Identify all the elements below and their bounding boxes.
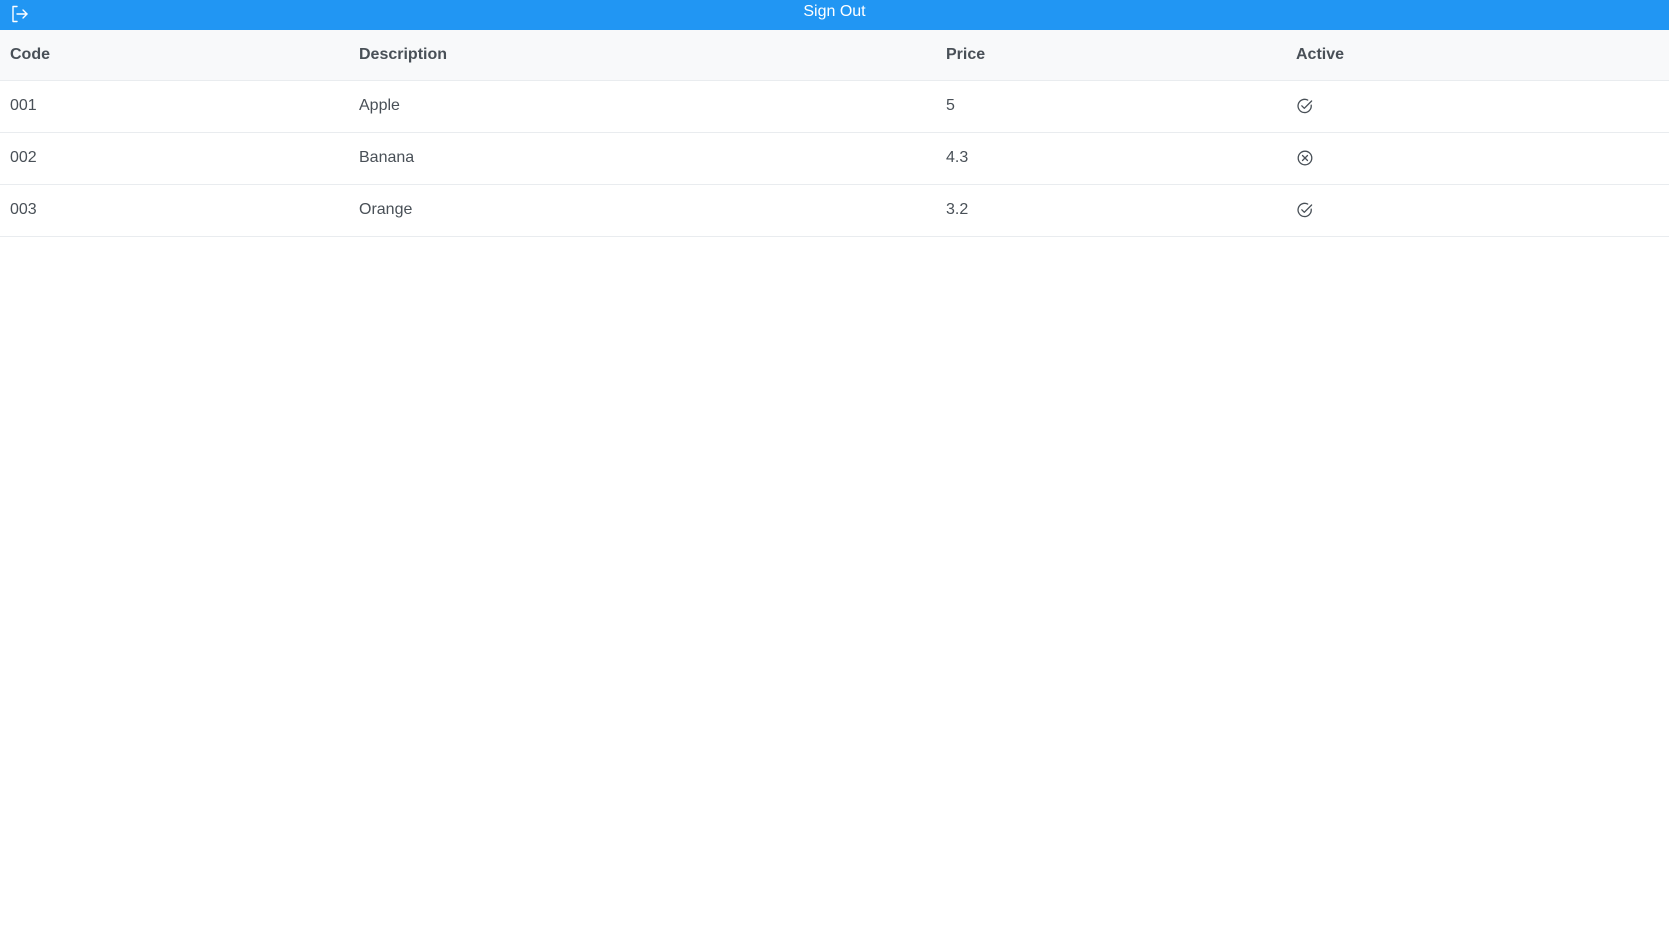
cell-code: 001 — [0, 80, 349, 133]
cell-active — [1286, 184, 1669, 237]
cell-active — [1286, 132, 1669, 185]
check-circle-icon — [1297, 98, 1313, 114]
cell-description: Banana — [349, 132, 936, 185]
column-header-code: Code — [0, 30, 349, 81]
table-row: 002 Banana 4.3 — [0, 132, 1669, 185]
cell-description: Orange — [349, 184, 936, 237]
table-row: 003 Orange 3.2 — [0, 184, 1669, 237]
column-header-description: Description — [349, 30, 936, 81]
cell-price: 5 — [936, 80, 1286, 133]
header-row: Code Description Price Active — [0, 30, 1669, 81]
table-header: Code Description Price Active — [0, 30, 1669, 81]
table-body: 001 Apple 5 002 Banana 4.3 003 Orange 3.… — [0, 80, 1669, 237]
sign-out-label[interactable]: Sign Out — [0, 0, 1669, 24]
cell-price: 4.3 — [936, 132, 1286, 185]
table-row: 001 Apple 5 — [0, 80, 1669, 133]
cell-price: 3.2 — [936, 184, 1286, 237]
cell-code: 002 — [0, 132, 349, 185]
times-circle-icon — [1297, 150, 1313, 166]
check-circle-icon — [1297, 202, 1313, 218]
sign-out-bar[interactable]: Sign Out — [0, 0, 1669, 30]
products-table: Code Description Price Active 001 Apple … — [0, 30, 1669, 237]
column-header-active: Active — [1286, 30, 1669, 81]
cell-description: Apple — [349, 80, 936, 133]
cell-active — [1286, 80, 1669, 133]
column-header-price: Price — [936, 30, 1286, 81]
cell-code: 003 — [0, 184, 349, 237]
